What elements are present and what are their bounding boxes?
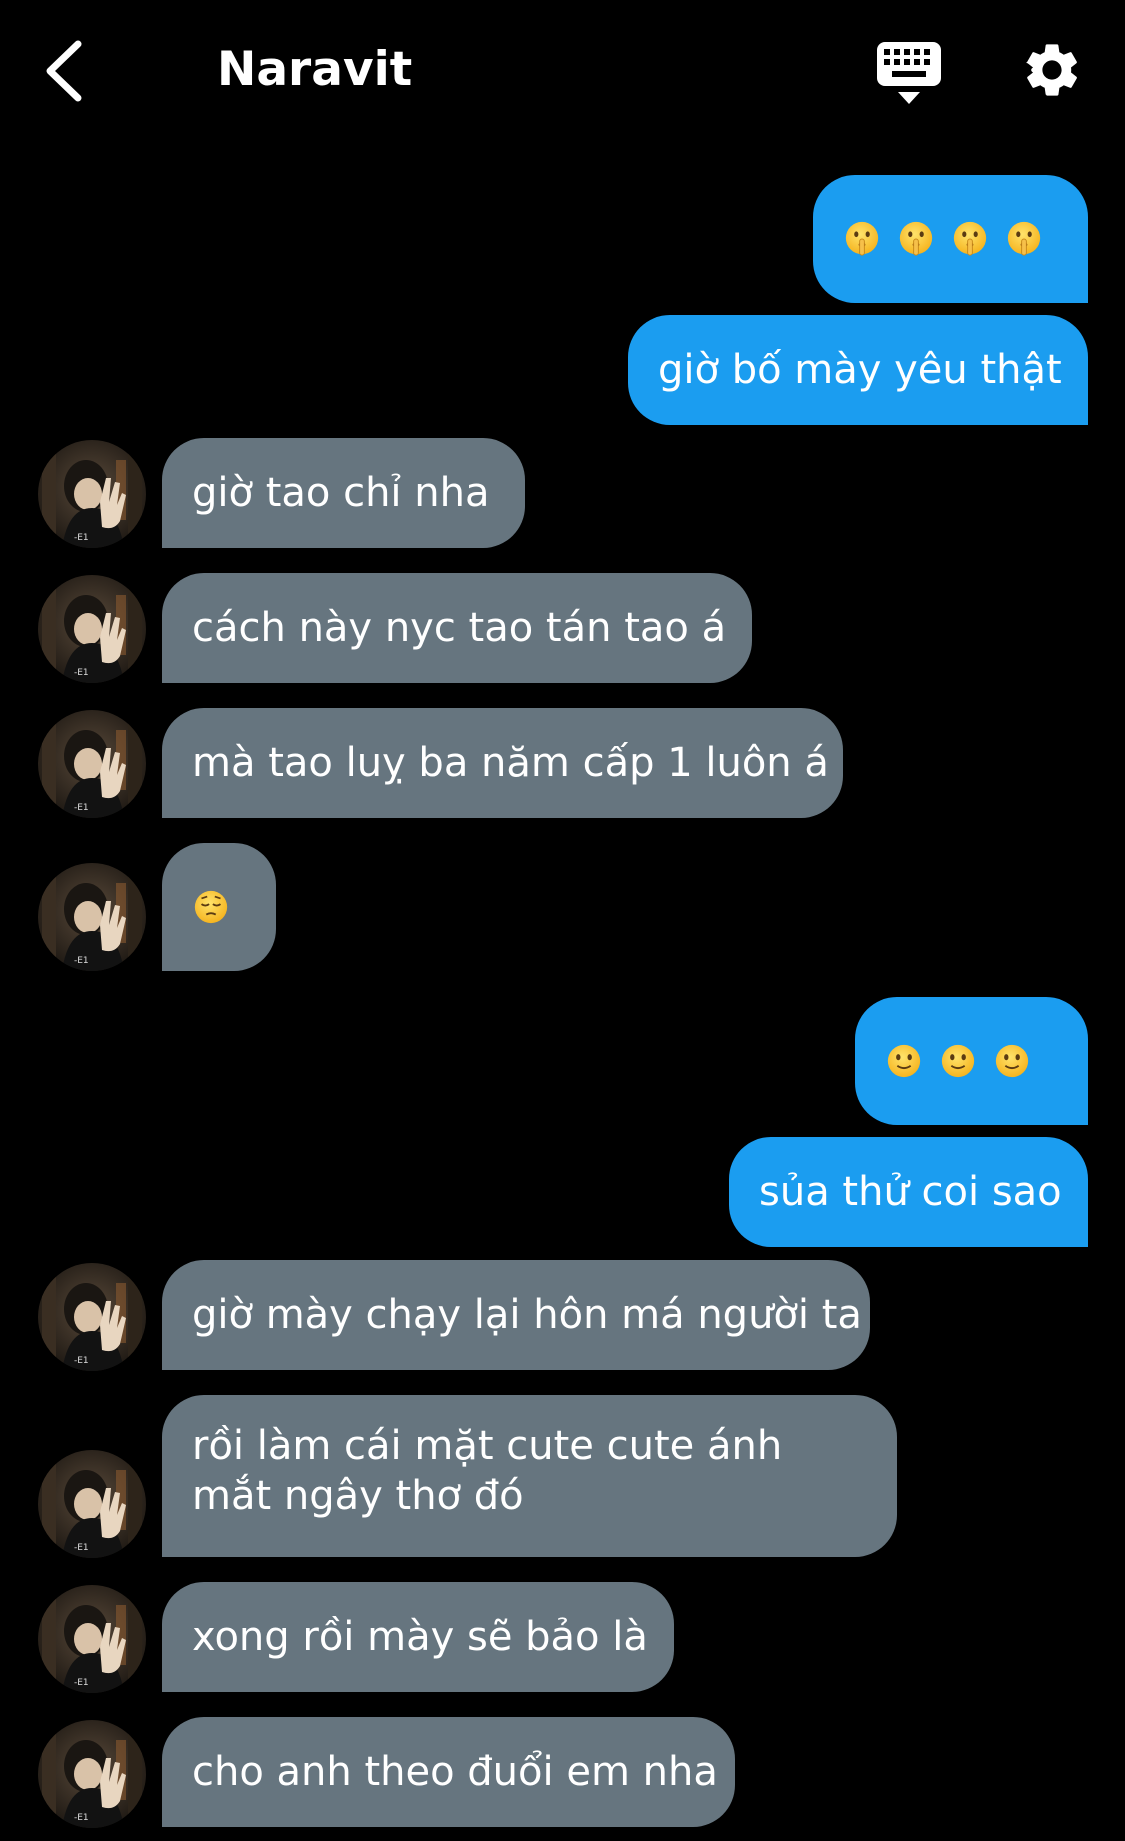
gear-icon <box>1026 44 1077 96</box>
chevron-left-icon <box>46 40 82 102</box>
avatar-image <box>38 440 146 548</box>
keyboard-button[interactable] <box>875 40 943 106</box>
keyboard-icon <box>877 42 941 104</box>
avatar[interactable] <box>38 1450 146 1558</box>
avatar-image <box>38 863 146 971</box>
message-text: cho anh theo đuổi em nha <box>192 1749 718 1795</box>
message-bubble-sent[interactable] <box>813 175 1088 303</box>
avatar-image <box>38 710 146 818</box>
avatar-image <box>38 1450 146 1558</box>
back-button[interactable] <box>40 38 90 104</box>
avatar[interactable] <box>38 575 146 683</box>
shushing-face-emoji <box>843 220 881 258</box>
avatar-image <box>38 1585 146 1693</box>
shushing-face-emoji <box>1005 220 1043 258</box>
settings-button[interactable] <box>1020 38 1084 102</box>
slightly-smiling-face-emoji <box>939 1042 977 1080</box>
message-bubble-sent[interactable]: giờ bố mày yêu thật <box>628 315 1088 425</box>
message-bubble-received[interactable]: xong rồi mày sẽ bảo là <box>162 1582 674 1692</box>
message-bubble-received[interactable]: cách này nyc tao tán tao á <box>162 573 752 683</box>
avatar[interactable] <box>38 710 146 818</box>
avatar[interactable] <box>38 1263 146 1371</box>
message-text: mà tao luỵ ba năm cấp 1 luôn á <box>192 740 829 786</box>
avatar[interactable] <box>38 1720 146 1828</box>
message-bubble-sent[interactable] <box>855 997 1088 1125</box>
message-bubble-received[interactable]: rồi làm cái mặt cute cute ánh mắt ngây t… <box>162 1395 897 1557</box>
message-text: cách này nyc tao tán tao á <box>192 605 727 651</box>
avatar-image <box>38 1720 146 1828</box>
message-bubble-received[interactable]: mà tao luỵ ba năm cấp 1 luôn á <box>162 708 843 818</box>
message-bubble-received[interactable]: giờ mày chạy lại hôn má người ta <box>162 1260 870 1370</box>
slightly-smiling-face-emoji <box>885 1042 923 1080</box>
avatar-image <box>38 575 146 683</box>
shushing-face-emoji <box>951 220 989 258</box>
avatar[interactable] <box>38 1585 146 1693</box>
message-bubble-sent[interactable]: sủa thử coi sao <box>729 1137 1088 1247</box>
avatar-image <box>38 1263 146 1371</box>
shushing-face-emoji <box>897 220 935 258</box>
pensive-face-emoji <box>192 888 230 926</box>
slightly-smiling-face-emoji <box>993 1042 1031 1080</box>
message-text: giờ bố mày yêu thật <box>658 347 1062 393</box>
message-text: sủa thử coi sao <box>759 1169 1062 1215</box>
message-text: xong rồi mày sẽ bảo là <box>192 1614 648 1660</box>
message-bubble-received[interactable] <box>162 843 276 971</box>
message-text: giờ tao chỉ nha <box>192 470 490 516</box>
message-text: rồi làm cái mặt cute cute ánh mắt ngây t… <box>192 1423 783 1519</box>
chat-header: Naravit <box>0 0 1125 140</box>
message-text: giờ mày chạy lại hôn má người ta <box>192 1292 862 1338</box>
message-bubble-received[interactable]: giờ tao chỉ nha <box>162 438 525 548</box>
avatar[interactable] <box>38 863 146 971</box>
avatar[interactable] <box>38 440 146 548</box>
chat-title: Naravit <box>217 42 413 97</box>
message-bubble-received[interactable]: cho anh theo đuổi em nha <box>162 1717 735 1827</box>
